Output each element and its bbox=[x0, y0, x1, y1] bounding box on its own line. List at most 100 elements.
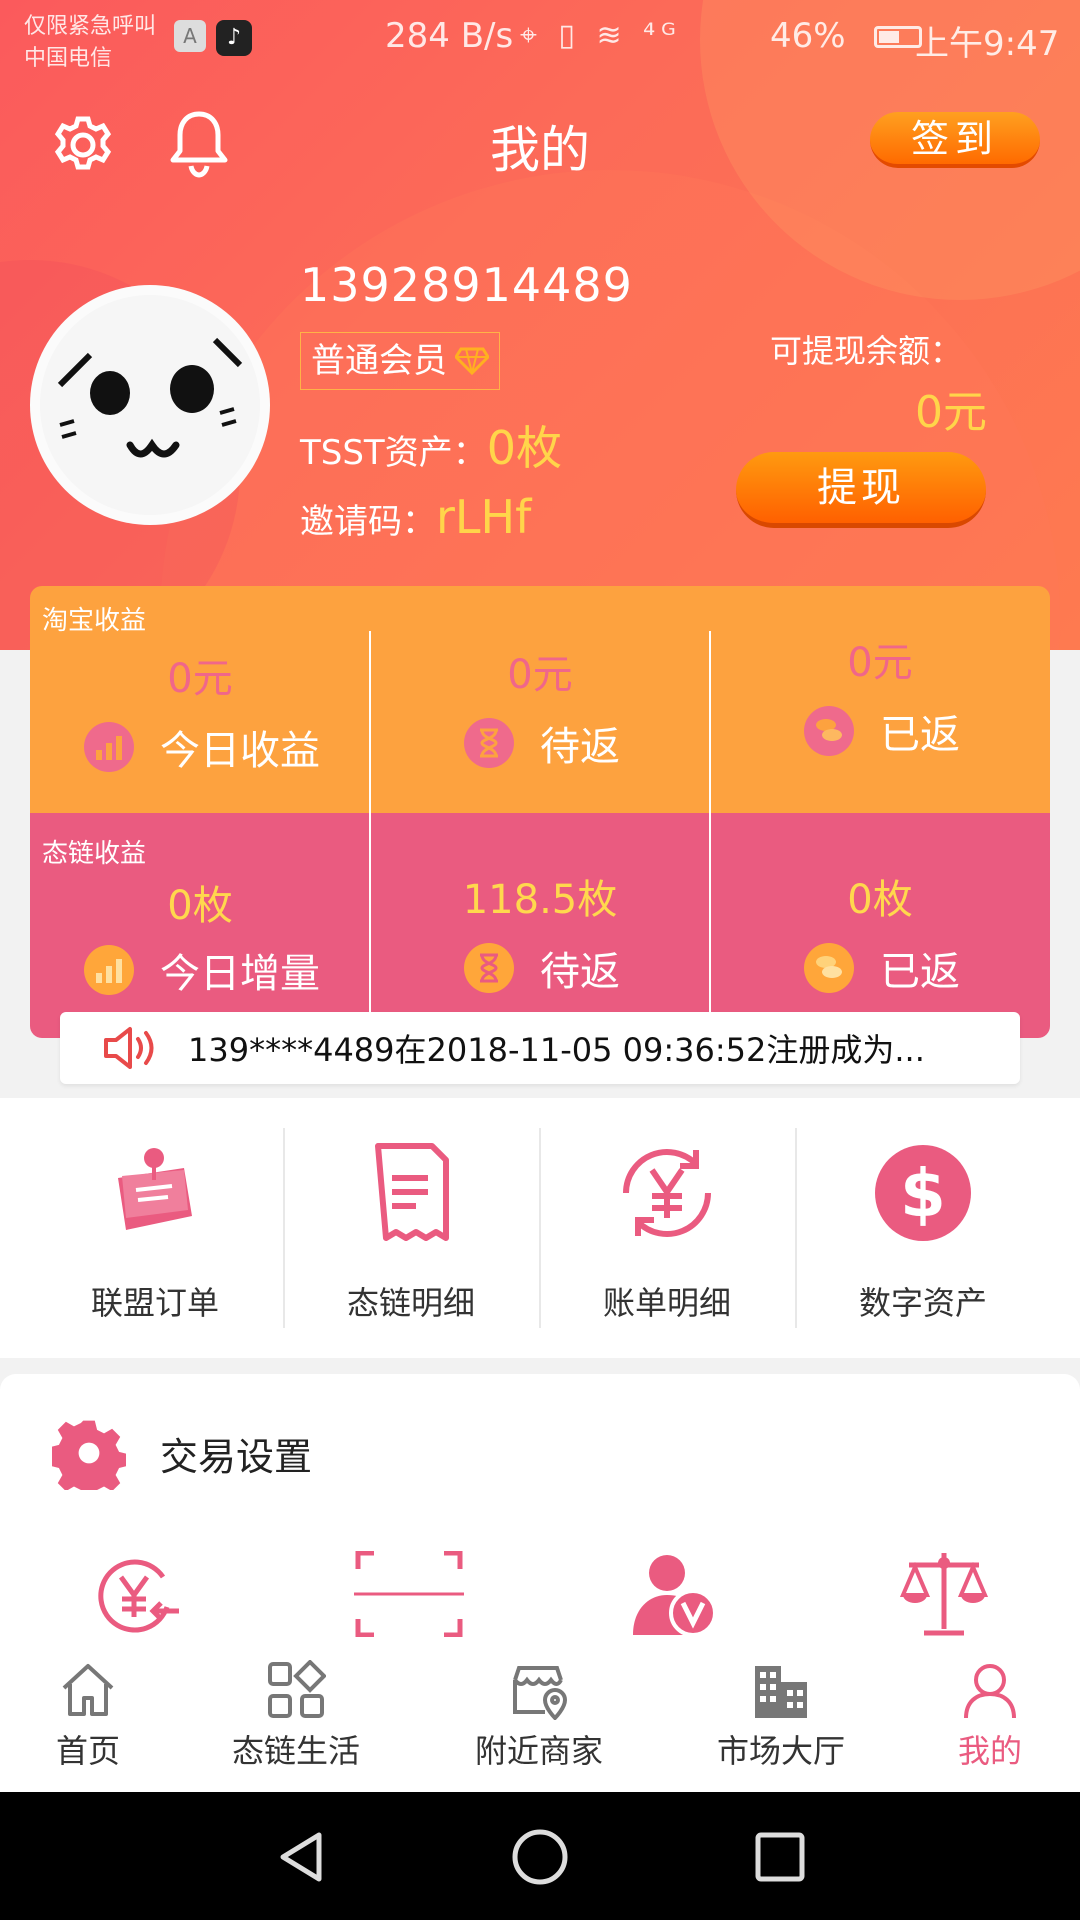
member-level-badge[interactable]: 普通会员 bbox=[300, 332, 500, 390]
face-emoji-icon bbox=[57, 337, 243, 458]
network-speed: 284 B/s bbox=[385, 16, 514, 56]
recents-square-icon bbox=[755, 1832, 805, 1882]
home-nav-button[interactable] bbox=[505, 1822, 575, 1892]
trade-settings-section: 交易设置 bbox=[0, 1374, 1080, 1674]
taobao-returned-label-group: 已返 bbox=[804, 702, 960, 760]
hourglass-icon bbox=[464, 943, 514, 993]
grid-icon bbox=[266, 1659, 327, 1720]
taobao-today-label: 今日收益 bbox=[160, 728, 320, 774]
status-indicator-icons: ⌖ ▯ ≋ ⁴ᴳ bbox=[520, 18, 682, 53]
tsst-assets: TSST资产：0枚 bbox=[300, 412, 562, 478]
yen-refresh-icon bbox=[612, 1138, 722, 1248]
svg-text:$: $ bbox=[900, 1155, 946, 1232]
dollar-circle-icon: $ bbox=[868, 1138, 978, 1248]
battery-percent: 46% bbox=[770, 16, 846, 56]
tab-home-label: 首页 bbox=[55, 1732, 120, 1770]
tsst-label: TSST资产： bbox=[300, 433, 487, 473]
taobao-pending-amount: 0元 bbox=[507, 652, 573, 698]
taobao-returned-cell[interactable]: 0元 已返 bbox=[710, 586, 1050, 813]
taobao-returned-label: 已返 bbox=[880, 712, 960, 758]
menu-bill-details[interactable]: 账单明细 bbox=[539, 1128, 795, 1328]
invite-label: 邀请码： bbox=[300, 502, 436, 542]
chain-today-label: 今日增量 bbox=[160, 951, 320, 997]
menu-chain-details-label: 态链明细 bbox=[346, 1284, 475, 1322]
home-icon bbox=[58, 1660, 118, 1720]
tab-nearby-merchants-label: 附近商家 bbox=[474, 1732, 603, 1770]
taobao-pending-cell[interactable]: 0元 待返 bbox=[370, 586, 710, 813]
person-icon bbox=[960, 1660, 1020, 1720]
earnings-card: 淘宝收益 0元 今日收益 0元 待返 0元 已返 态链收益 0枚 今日增量 11… bbox=[30, 586, 1050, 1038]
bar-chart-icon bbox=[84, 945, 134, 995]
buildings-icon bbox=[751, 1660, 811, 1720]
system-navigation-bar bbox=[0, 1792, 1080, 1920]
profile-header: 仅限紧急呼叫 中国电信 A ♪ 284 B/s ⌖ ▯ ≋ ⁴ᴳ 46% 上午9… bbox=[0, 0, 1080, 650]
announcement-bar[interactable]: 139****4489在2018-11-05 09:36:52注册成为... bbox=[60, 1012, 1020, 1084]
menu-alliance-orders-label: 联盟订单 bbox=[90, 1284, 219, 1322]
menu-alliance-orders[interactable]: 联盟订单 bbox=[27, 1128, 283, 1328]
carrier-name: 中国电信 bbox=[24, 46, 113, 71]
yen-return-icon[interactable] bbox=[86, 1544, 186, 1644]
user-phone: 13928914489 bbox=[300, 258, 633, 312]
store-location-icon bbox=[509, 1660, 569, 1721]
app-notification-icon: A bbox=[174, 20, 206, 52]
home-circle-icon bbox=[512, 1829, 568, 1885]
tab-market-hall-label: 市场大厅 bbox=[716, 1732, 845, 1770]
taobao-pending-label: 待返 bbox=[540, 724, 620, 770]
tab-mine-label: 我的 bbox=[957, 1732, 1022, 1770]
tsst-value: 0枚 bbox=[486, 421, 562, 475]
withdrawable-label: 可提现余额： bbox=[770, 332, 963, 370]
hourglass-icon bbox=[464, 718, 514, 768]
invite-code: 邀请码：rLHf bbox=[300, 490, 531, 544]
chain-today-amount: 0枚 bbox=[167, 883, 233, 929]
taobao-today-cell[interactable]: 0元 今日收益 bbox=[30, 586, 370, 813]
coins-icon bbox=[804, 706, 854, 756]
bar-chart-icon bbox=[84, 722, 134, 772]
gear-icon bbox=[52, 1420, 126, 1490]
chain-today-cell[interactable]: 0枚 今日增量 bbox=[30, 813, 370, 1038]
chain-returned-cell[interactable]: 0枚 已返 bbox=[710, 813, 1050, 1038]
recents-button[interactable] bbox=[745, 1822, 815, 1892]
chain-pending-label-group: 待返 bbox=[464, 939, 620, 997]
menu-digital-assets[interactable]: $ 数字资产 bbox=[795, 1128, 1051, 1328]
back-button[interactable] bbox=[266, 1822, 336, 1892]
note-pin-icon bbox=[100, 1138, 210, 1248]
tab-chain-life-label: 态链生活 bbox=[231, 1732, 360, 1770]
chain-returned-amount: 0枚 bbox=[847, 877, 913, 923]
user-verified-icon[interactable] bbox=[624, 1544, 724, 1644]
back-triangle-icon bbox=[280, 1832, 322, 1882]
quick-menu: 联盟订单 态链明细 账单明细 $ 数字资产 bbox=[0, 1098, 1080, 1358]
withdrawable-amount: 0元 bbox=[915, 387, 987, 438]
receipt-icon bbox=[356, 1138, 466, 1248]
tab-chain-life[interactable]: 态链生活 bbox=[226, 1659, 366, 1772]
status-bar: 仅限紧急呼叫 中国电信 A ♪ 284 B/s ⌖ ▯ ≋ ⁴ᴳ 46% 上午9… bbox=[0, 0, 1080, 72]
taobao-today-label-group: 今日收益 bbox=[84, 718, 320, 776]
tab-market-hall[interactable]: 市场大厅 bbox=[711, 1660, 851, 1772]
tiktok-notification-icon: ♪ bbox=[216, 20, 252, 56]
scale-icon[interactable] bbox=[894, 1544, 994, 1644]
taobao-earnings-row: 淘宝收益 0元 今日收益 0元 待返 0元 已返 bbox=[30, 586, 1050, 813]
chain-returned-label-group: 已返 bbox=[804, 939, 960, 997]
taobao-returned-amount: 0元 bbox=[847, 640, 913, 686]
chain-returned-label: 已返 bbox=[880, 949, 960, 995]
member-level-label: 普通会员 bbox=[311, 341, 447, 381]
tab-nearby-merchants[interactable]: 附近商家 bbox=[469, 1660, 609, 1772]
scan-icon[interactable] bbox=[354, 1544, 464, 1644]
chain-pending-label: 待返 bbox=[540, 949, 620, 995]
trade-settings-header: 交易设置 bbox=[52, 1416, 312, 1490]
bottom-tab-bar: 首页 态链生活 附近商家 市场大厅 我的 bbox=[0, 1652, 1080, 1792]
tab-home[interactable]: 首页 bbox=[48, 1660, 128, 1772]
invite-value[interactable]: rLHf bbox=[436, 490, 531, 544]
chain-today-label-group: 今日增量 bbox=[84, 941, 320, 999]
chain-pending-cell[interactable]: 118.5枚 待返 bbox=[370, 813, 710, 1038]
clock: 上午9:47 bbox=[915, 24, 1060, 64]
trade-settings-title: 交易设置 bbox=[160, 1434, 313, 1479]
announcement-text: 139****4489在2018-11-05 09:36:52注册成为... bbox=[188, 1031, 925, 1069]
taobao-today-amount: 0元 bbox=[167, 656, 233, 702]
avatar[interactable] bbox=[30, 285, 270, 525]
menu-chain-details[interactable]: 态链明细 bbox=[283, 1128, 539, 1328]
check-in-button[interactable]: 签到 bbox=[870, 112, 1040, 168]
withdraw-button[interactable]: 提现 bbox=[736, 452, 986, 528]
tab-mine[interactable]: 我的 bbox=[950, 1660, 1030, 1772]
taobao-pending-label-group: 待返 bbox=[464, 714, 620, 772]
chain-earnings-row: 态链收益 0枚 今日增量 118.5枚 待返 0枚 已返 bbox=[30, 813, 1050, 1038]
